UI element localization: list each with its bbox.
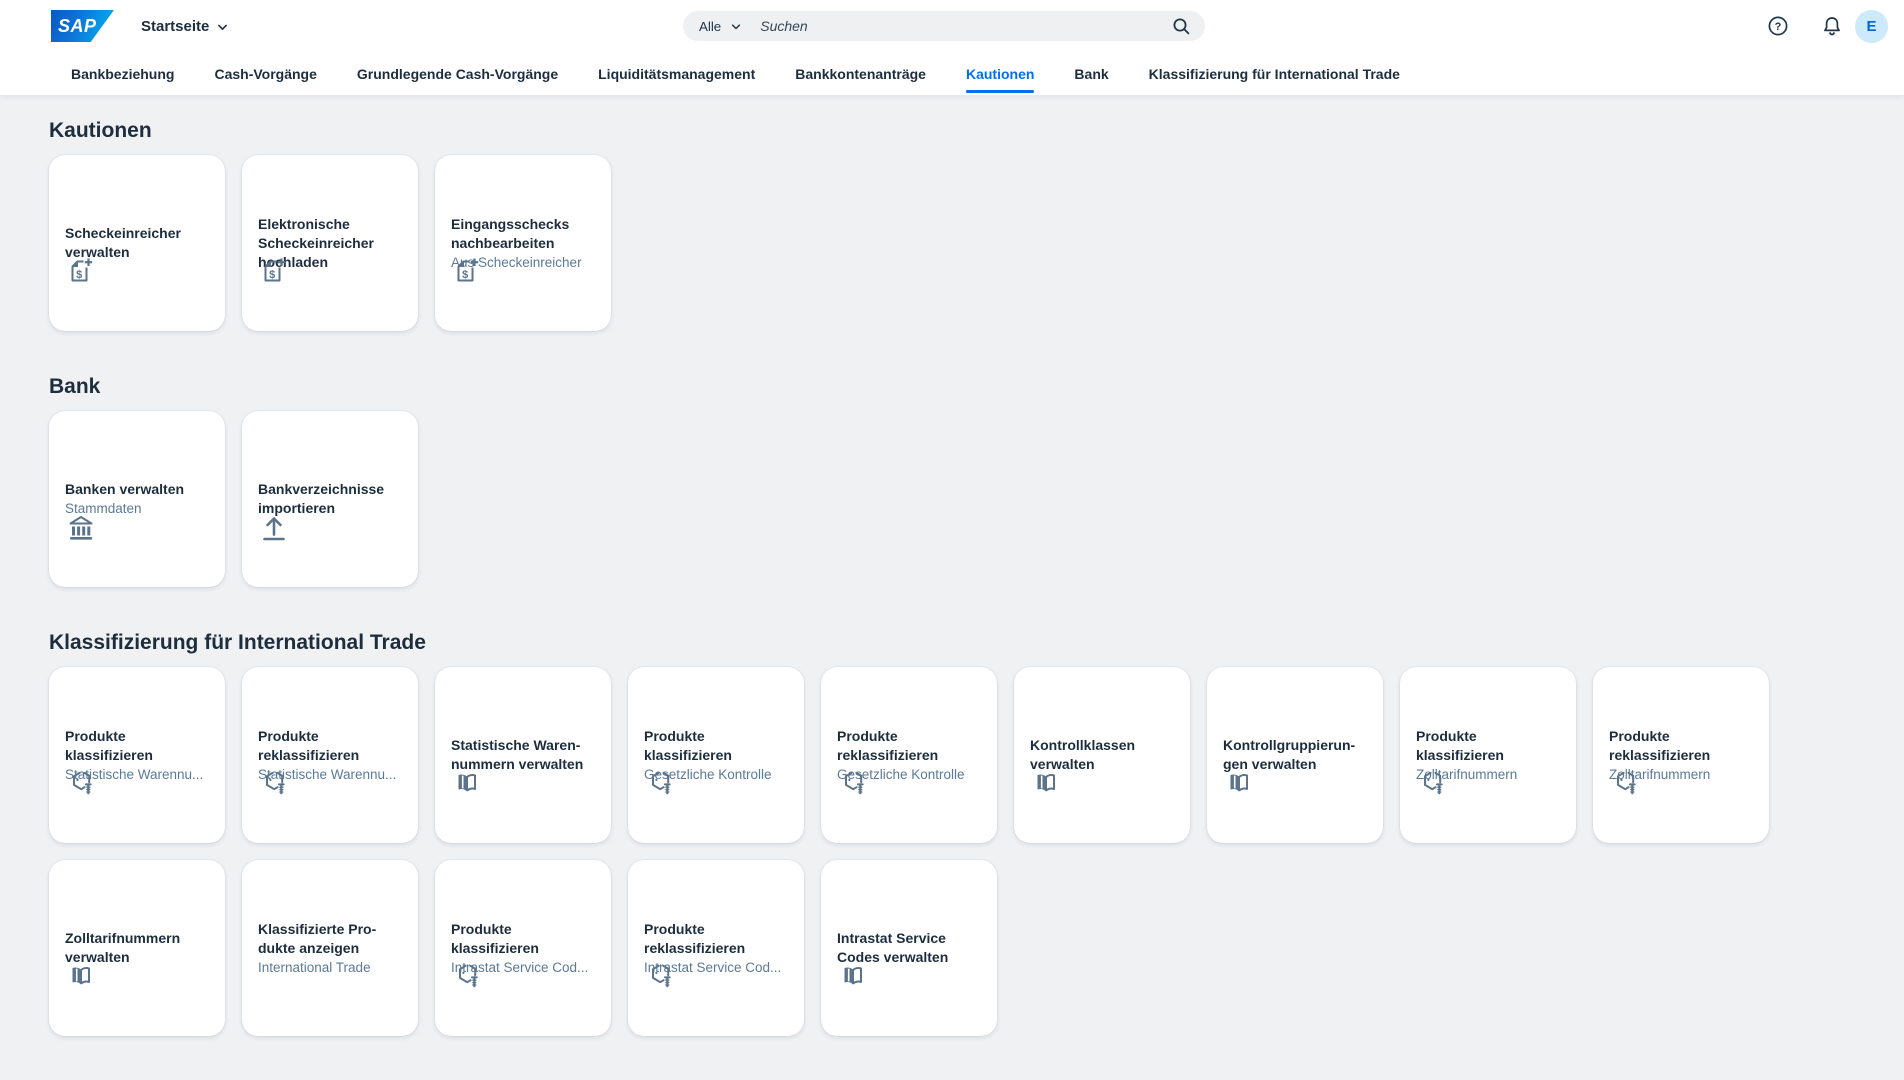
tile-produkte[interactable]: Produkte reklassifizieren Zolltarifnumme… <box>1593 667 1769 843</box>
tile-title: Produkte klassifizieren <box>1416 727 1560 765</box>
tile-produkte[interactable]: Produkte reklassifizieren Statistische W… <box>242 667 418 843</box>
tile-grid: Produkte klassifizieren Statistische War… <box>49 667 1855 1036</box>
svg-text:$: $ <box>76 269 82 281</box>
tile-produkte[interactable]: Produkte reklassifizieren Gesetzliche Ko… <box>821 667 997 843</box>
tile-produkte[interactable]: Produkte klassifizieren Gesetzliche Kont… <box>628 667 804 843</box>
tile-klassifizierte-pro[interactable]: Klassifizierte Pro- dukte anzeigen Inter… <box>242 860 418 1036</box>
tag-icon <box>1416 767 1448 799</box>
content-area: Kautionen Scheckeinreicher verwalten $ E… <box>0 119 1904 1036</box>
tag-icon <box>258 767 290 799</box>
tab-label: Bankbeziehung <box>71 66 174 82</box>
tag-icon <box>837 767 869 799</box>
tag-icon <box>65 767 97 799</box>
tile-title: Eingangsschecks nachbearbeiten <box>451 215 595 253</box>
tile-title: Produkte klassifizieren <box>644 727 788 765</box>
section-title: Klassifizierung für International Trade <box>49 631 1855 655</box>
search-bar: Alle <box>683 11 1205 41</box>
chevron-down-icon <box>216 21 229 34</box>
book-icon <box>1223 767 1255 799</box>
tile-title: Produkte klassifizieren <box>65 727 209 765</box>
sap-logo[interactable]: SAP <box>51 10 114 42</box>
section-title: Bank <box>49 375 1855 399</box>
tab-bank[interactable]: Bank <box>1074 52 1108 95</box>
tile-title: Produkte klassifizieren <box>451 920 595 958</box>
tab-label: Bank <box>1074 66 1108 82</box>
tile-elektronische[interactable]: Elektronische Scheckeinreicher hochladen… <box>242 155 418 331</box>
tab-label: Klassifizierung für International Trade <box>1149 66 1400 82</box>
tile-statistische-waren[interactable]: Statistische Waren- nummern verwalten <box>435 667 611 843</box>
tab-liquiditaetsmanagement[interactable]: Liquiditätsmanagement <box>598 52 755 95</box>
space-menu-button[interactable]: Startseite <box>141 18 229 35</box>
tile-kontrollgruppierun[interactable]: Kontrollgruppierun- gen verwalten <box>1207 667 1383 843</box>
tile-kontrollklassen[interactable]: Kontrollklassen verwalten <box>1014 667 1190 843</box>
bell-icon[interactable] <box>1820 14 1844 38</box>
tile-zolltarifnummern[interactable]: Zolltarifnummern verwalten <box>49 860 225 1036</box>
tile-produkte[interactable]: Produkte klassifizieren Zolltarifnummern <box>1400 667 1576 843</box>
section-title: Kautionen <box>49 119 1855 143</box>
tab-label: Bankkontenanträge <box>795 66 926 82</box>
tab-label: Liquiditätsmanagement <box>598 66 755 82</box>
check-plus-icon: $ <box>65 255 97 287</box>
tile-title: Produkte reklassifizieren <box>1609 727 1753 765</box>
tab-label: Cash-Vorgänge <box>214 66 316 82</box>
upload-icon <box>258 511 290 543</box>
tile-banken-verwalten[interactable]: Banken verwalten Stammdaten <box>49 411 225 587</box>
navigation-bar: Bankbeziehung Cash-Vorgänge Grundlegende… <box>0 52 1904 95</box>
search-scope-select[interactable]: Alle <box>699 19 742 34</box>
tile-grid: Scheckeinreicher verwalten $ Elektronisc… <box>49 155 1855 331</box>
svg-text:?: ? <box>1775 21 1782 33</box>
check-plus-icon: $ <box>451 255 483 287</box>
shell-actions: ? E <box>1766 10 1888 43</box>
tile-subtitle: International Trade <box>258 958 402 977</box>
tab-cash-vorgaenge[interactable]: Cash-Vorgänge <box>214 52 316 95</box>
fiori-launchpad: SAP Startseite Alle <box>0 0 1904 1036</box>
search-input[interactable] <box>760 18 1169 34</box>
check-plus-icon: $ <box>258 255 290 287</box>
shell-header: SAP Startseite Alle <box>0 0 1904 52</box>
tag-icon <box>1609 767 1641 799</box>
tab-bankkontenantraege[interactable]: Bankkontenanträge <box>795 52 926 95</box>
tile-produkte[interactable]: Produkte klassifizieren Statistische War… <box>49 667 225 843</box>
tile-title: Produkte reklassifizieren <box>644 920 788 958</box>
tag-icon <box>451 960 483 992</box>
tab-kautionen[interactable]: Kautionen <box>966 52 1034 95</box>
tab-label: Grundlegende Cash-Vorgänge <box>357 66 558 82</box>
tile-title: Produkte reklassifizieren <box>837 727 981 765</box>
sap-logo-text: SAP <box>58 16 97 37</box>
book-icon <box>1030 767 1062 799</box>
section-bank: Bank Banken verwalten Stammdaten Bankver… <box>49 375 1855 587</box>
svg-text:$: $ <box>462 269 468 281</box>
svg-text:$: $ <box>269 269 275 281</box>
tab-bankbeziehung[interactable]: Bankbeziehung <box>71 52 174 95</box>
tile-title: Banken verwalten <box>65 480 209 499</box>
tile-produkte[interactable]: Produkte reklassifizieren Intrastat Serv… <box>628 860 804 1036</box>
tile-grid: Banken verwalten Stammdaten Bankverzeich… <box>49 411 1855 587</box>
tab-klassifizierung-fuer-international-trade[interactable]: Klassifizierung für International Trade <box>1149 52 1400 95</box>
tile-bankverzeichnisse[interactable]: Bankverzeichnisse importieren <box>242 411 418 587</box>
tag-icon <box>644 767 676 799</box>
search-scope-value: Alle <box>699 19 721 34</box>
tile-eingangsschecks[interactable]: Eingangsschecks nachbearbeiten Aus Schec… <box>435 155 611 331</box>
section-kautionen: Kautionen Scheckeinreicher verwalten $ E… <box>49 119 1855 331</box>
tab-label: Kautionen <box>966 66 1034 82</box>
bank-icon <box>65 511 97 543</box>
book-icon <box>65 960 97 992</box>
page-title: Startseite <box>141 18 209 35</box>
help-icon[interactable]: ? <box>1766 14 1790 38</box>
avatar[interactable]: E <box>1855 10 1888 43</box>
chevron-down-icon <box>730 21 742 33</box>
tab-grundlegende-cash-vorgaenge[interactable]: Grundlegende Cash-Vorgänge <box>357 52 558 95</box>
tile-title: Klassifizierte Pro- dukte anzeigen <box>258 920 402 958</box>
section-klassifizierung-fuer-international-trade: Klassifizierung für International Trade … <box>49 631 1855 1036</box>
book-icon <box>837 960 869 992</box>
tile-produkte[interactable]: Produkte klassifizieren Intrastat Servic… <box>435 860 611 1036</box>
search-icon[interactable] <box>1169 14 1193 38</box>
tile-scheckeinreicher[interactable]: Scheckeinreicher verwalten $ <box>49 155 225 331</box>
avatar-initial: E <box>1866 18 1876 35</box>
tag-icon <box>644 960 676 992</box>
tile-title: Produkte reklassifizieren <box>258 727 402 765</box>
book-icon <box>451 767 483 799</box>
tile-intrastat-service[interactable]: Intrastat Service Codes verwalten <box>821 860 997 1036</box>
